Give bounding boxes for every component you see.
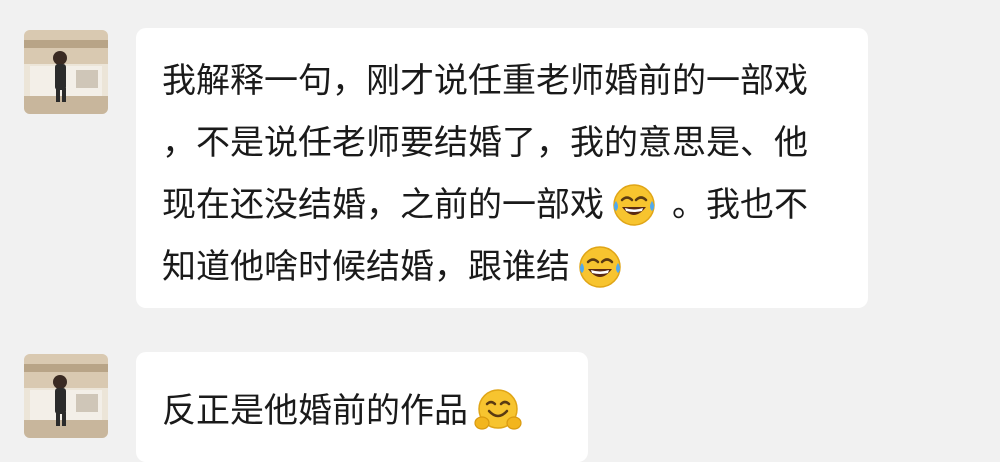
message-text: 知道他啥时候结婚，跟谁结 bbox=[162, 247, 570, 287]
user-avatar-image bbox=[24, 354, 108, 438]
user-avatar-image bbox=[24, 30, 108, 114]
message-line: 反正是他婚前的作品 bbox=[162, 380, 562, 442]
tears-of-joy-emoji-icon bbox=[610, 181, 658, 229]
message-line: ，不是说任老师要结婚了，我的意思是、他 bbox=[162, 112, 842, 174]
message-bubble[interactable]: 我解释一句，刚才说任重老师婚前的一部戏 ，不是说任老师要结婚了，我的意思是、他 … bbox=[136, 28, 868, 308]
message-text: 我解释一句，刚才说任重老师婚前的一部戏 bbox=[162, 61, 808, 101]
message-line: 现在还没结婚，之前的一部戏 。我也不 bbox=[162, 174, 842, 236]
message-line: 我解释一句，刚才说任重老师婚前的一部戏 bbox=[162, 50, 842, 112]
avatar[interactable] bbox=[24, 354, 108, 438]
message-bubble[interactable]: 反正是他婚前的作品 bbox=[136, 352, 588, 462]
message-text: ，不是说任老师要结婚了，我的意思是、他 bbox=[162, 123, 808, 163]
message-line: 知道他啥时候结婚，跟谁结 bbox=[162, 236, 842, 298]
chat-message: 反正是他婚前的作品 bbox=[0, 340, 1000, 462]
avatar[interactable] bbox=[24, 30, 108, 114]
message-text: 。我也不 bbox=[672, 185, 808, 225]
chat-message: 我解释一句，刚才说任重老师婚前的一部戏 ，不是说任老师要结婚了，我的意思是、他 … bbox=[0, 0, 1000, 320]
message-text: 现在还没结婚，之前的一部戏 bbox=[162, 185, 604, 225]
message-text: 反正是他婚前的作品 bbox=[162, 391, 468, 431]
tears-of-joy-emoji-icon bbox=[576, 243, 624, 291]
chat-conversation: 我解释一句，刚才说任重老师婚前的一部戏 ，不是说任老师要结婚了，我的意思是、他 … bbox=[0, 0, 1000, 462]
hugging-face-emoji-icon bbox=[474, 387, 522, 435]
